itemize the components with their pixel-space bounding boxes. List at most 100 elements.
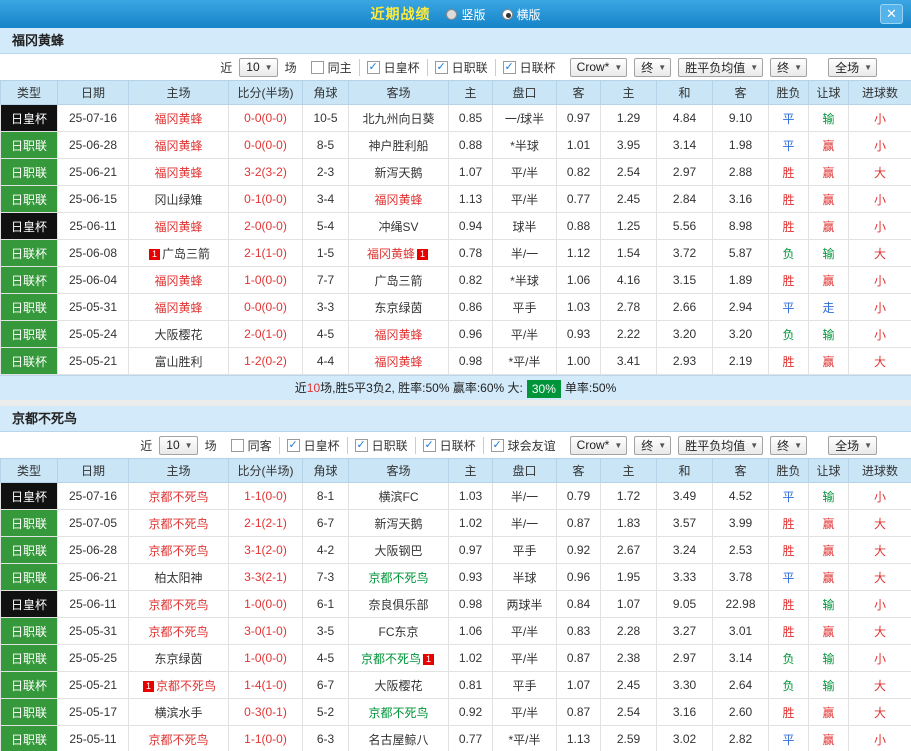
checkbox-checked-icon[interactable]: ✓ (490, 438, 504, 452)
filter-同主[interactable]: 同主 (304, 59, 359, 76)
euro-away-odds: 3.99 (712, 509, 769, 537)
euro-odds-time-select[interactable]: 终 ▼ (770, 57, 808, 77)
filter-日联杯[interactable]: ✓ 日联杯 (494, 58, 563, 76)
away-team-name[interactable]: 北九州向日葵 (348, 104, 449, 132)
filter-日皇杯[interactable]: ✓ 日皇杯 (278, 436, 347, 454)
asian-handicap-line: 半/一 (492, 482, 557, 510)
euro-odds-avg-select[interactable]: 胜平负均值 ▼ (678, 57, 764, 77)
home-team-name[interactable]: 福冈黄蜂 (128, 158, 229, 186)
away-team-name[interactable]: 横滨FC (348, 482, 449, 510)
away-team-name[interactable]: 冲绳SV (348, 212, 449, 240)
home-team-name[interactable]: 京都不死鸟 (128, 509, 229, 537)
filter-同客[interactable]: 同客 (224, 437, 279, 454)
handicap-result: 赢 (808, 617, 849, 645)
radio-icon[interactable] (446, 8, 458, 20)
away-team-name[interactable]: 京都不死鸟 (348, 698, 449, 726)
filter-球会友谊[interactable]: ✓ 球会友谊 (482, 436, 563, 454)
away-team-name[interactable]: 神户胜利船 (348, 131, 449, 159)
match-type-badge: 日职联 (0, 644, 58, 672)
away-team-name[interactable]: 京都不死鸟 (348, 563, 449, 591)
away-team-name[interactable]: 名古屋鲸八 (348, 725, 449, 751)
filter-日职联[interactable]: ✓ 日职联 (426, 58, 495, 76)
asian-home-water: 0.81 (448, 671, 493, 699)
away-team-name[interactable]: 福冈黄蜂 1 (348, 239, 449, 267)
checkbox-checked-icon[interactable]: ✓ (354, 438, 368, 452)
match-type-badge: 日皇杯 (0, 104, 58, 132)
checkbox-checked-icon[interactable]: ✓ (286, 438, 300, 452)
asian-odds-time-select[interactable]: 终 ▼ (634, 57, 672, 77)
home-team-name[interactable]: 福冈黄蜂 (128, 266, 229, 294)
home-team-name[interactable]: 1 京都不死鸟 (128, 671, 229, 699)
home-team-name[interactable]: 福冈黄蜂 (128, 293, 229, 321)
layout-vertical-radio[interactable]: 竖版 (446, 6, 486, 23)
home-team-name[interactable]: 福冈黄蜂 (128, 131, 229, 159)
away-team-name[interactable]: FC东京 (348, 617, 449, 645)
away-team-name[interactable]: 福冈黄蜂 (348, 320, 449, 348)
close-icon[interactable]: ✕ (880, 4, 903, 24)
asian-handicap-line: 半球 (492, 563, 557, 591)
bookmaker-select[interactable]: Crow* ▼ (569, 435, 628, 455)
checkbox-checked-icon[interactable]: ✓ (434, 60, 448, 74)
summary-row: 近10场,胜5平3负2, 胜率:50% 赢率:60% 大: 30% 单率:50% (0, 375, 911, 400)
home-team-name[interactable]: 1 广岛三箭 (128, 239, 229, 267)
home-team-name[interactable]: 冈山绿雉 (128, 185, 229, 213)
away-team-name[interactable]: 奈良俱乐部 (348, 590, 449, 618)
filter-日职联[interactable]: ✓ 日职联 (346, 436, 415, 454)
home-team-name[interactable]: 京都不死鸟 (128, 536, 229, 564)
away-team-name[interactable]: 福冈黄蜂 (348, 347, 449, 375)
filter-日皇杯[interactable]: ✓ 日皇杯 (358, 58, 427, 76)
bookmaker-select[interactable]: Crow* ▼ (569, 57, 628, 77)
checkbox-checked-icon[interactable]: ✓ (422, 438, 436, 452)
home-team-name[interactable]: 福冈黄蜂 (128, 212, 229, 240)
layout-horizontal-radio[interactable]: 横版 (501, 6, 541, 23)
away-team-name[interactable]: 新泻天鹅 (348, 158, 449, 186)
away-team-name[interactable]: 东京绿茵 (348, 293, 449, 321)
period-select[interactable]: 全场 ▼ (828, 435, 877, 455)
checkbox-checked-icon[interactable]: ✓ (366, 60, 380, 74)
euro-home-odds: 2.54 (600, 698, 657, 726)
euro-home-odds: 1.29 (600, 104, 657, 132)
away-team-name[interactable]: 福冈黄蜂 (348, 185, 449, 213)
period-select[interactable]: 全场 ▼ (828, 57, 877, 77)
handicap-result: 输 (808, 482, 849, 510)
checkbox-unchecked-icon[interactable] (310, 60, 324, 74)
home-team-name[interactable]: 京都不死鸟 (128, 617, 229, 645)
match-score: 1-0(0-0) (228, 266, 303, 294)
home-team-name[interactable]: 京都不死鸟 (128, 725, 229, 751)
match-date: 25-06-08 (57, 239, 129, 267)
home-team-name[interactable]: 富山胜利 (128, 347, 229, 375)
asian-odds-time-select[interactable]: 终 ▼ (634, 435, 672, 455)
away-team-name[interactable]: 京都不死鸟 1 (348, 644, 449, 672)
home-team-name[interactable]: 京都不死鸟 (128, 590, 229, 618)
handicap-result: 输 (808, 644, 849, 672)
result-win-draw-lose: 负 (768, 671, 809, 699)
match-score: 0-0(0-0) (228, 293, 303, 321)
goals-over-under: 大 (848, 671, 911, 699)
home-team-name[interactable]: 横滨水手 (128, 698, 229, 726)
home-team-name[interactable]: 福冈黄蜂 (128, 104, 229, 132)
result-win-draw-lose: 平 (768, 725, 809, 751)
euro-odds-avg-select[interactable]: 胜平负均值 ▼ (678, 435, 764, 455)
match-score: 2-0(1-0) (228, 320, 303, 348)
result-win-draw-lose: 负 (768, 239, 809, 267)
radio-selected-icon[interactable] (501, 8, 513, 20)
home-team-name[interactable]: 东京绿茵 (128, 644, 229, 672)
match-count-select[interactable]: 10 ▼ (159, 435, 198, 455)
away-team-name[interactable]: 大阪樱花 (348, 671, 449, 699)
home-team-name[interactable]: 京都不死鸟 (128, 482, 229, 510)
filter-日联杯[interactable]: ✓ 日联杯 (414, 436, 483, 454)
checkbox-unchecked-icon[interactable] (230, 438, 244, 452)
away-team-name[interactable]: 广岛三箭 (348, 266, 449, 294)
chevron-down-icon: ▼ (264, 62, 273, 72)
match-count-select[interactable]: 10 ▼ (239, 57, 278, 77)
match-row: 日皇杯 25-06-11 福冈黄蜂 2-0(0-0) 5-4 冲绳SV 0.94 球半 0.88… (0, 212, 911, 240)
away-team-name[interactable]: 新泻天鹅 (348, 509, 449, 537)
euro-draw-odds: 3.33 (656, 563, 713, 591)
home-team-name[interactable]: 大阪樱花 (128, 320, 229, 348)
asian-away-water: 0.77 (556, 185, 601, 213)
home-team-name[interactable]: 柏太阳神 (128, 563, 229, 591)
euro-odds-time-select[interactable]: 终 ▼ (770, 435, 808, 455)
checkbox-checked-icon[interactable]: ✓ (502, 60, 516, 74)
away-team-name[interactable]: 大阪钢巴 (348, 536, 449, 564)
asian-home-water: 0.82 (448, 266, 493, 294)
